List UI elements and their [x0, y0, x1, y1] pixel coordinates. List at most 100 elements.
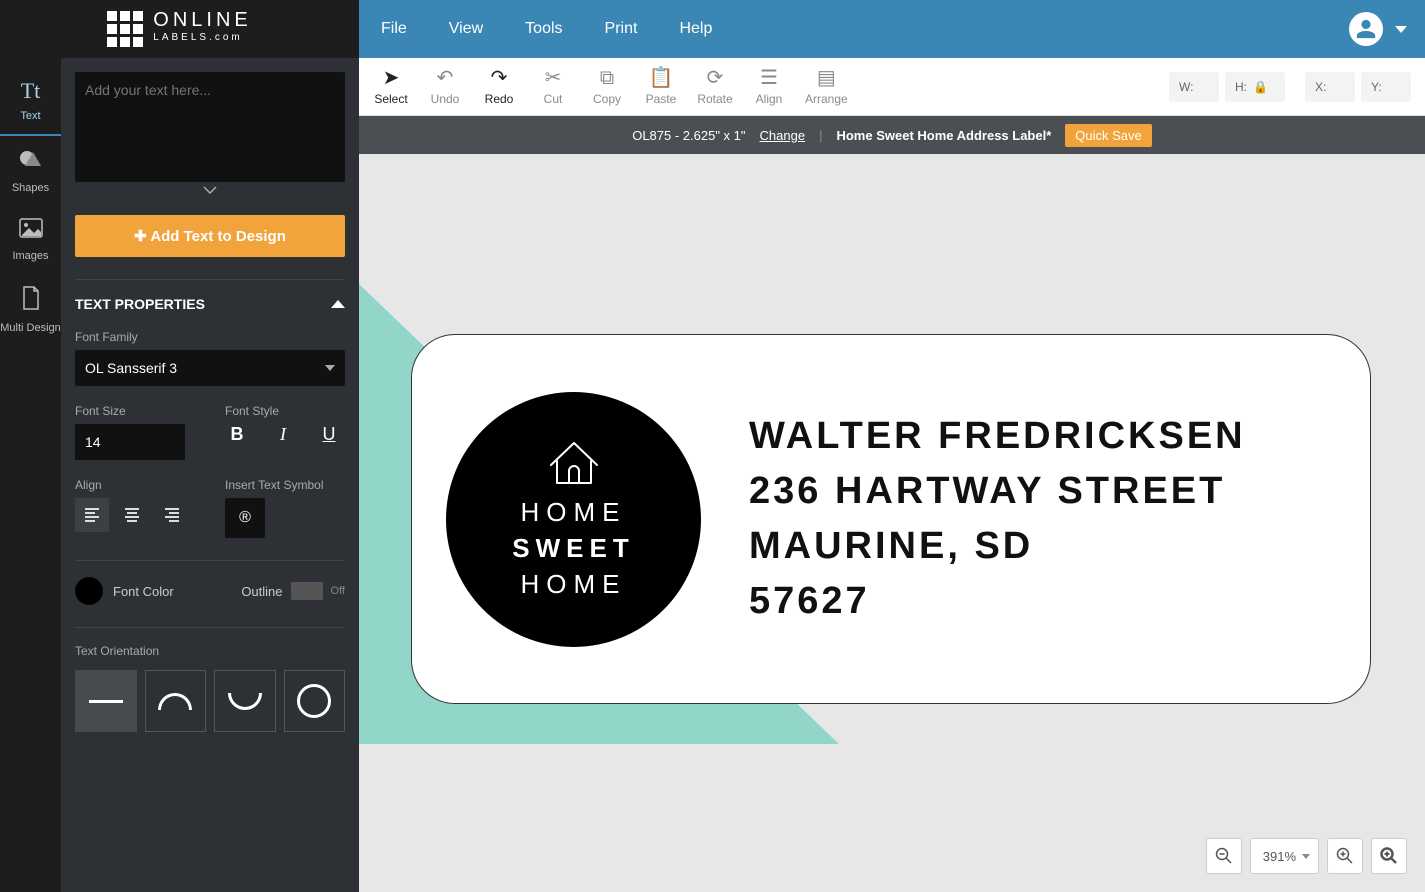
- orientation-straight-button[interactable]: [75, 670, 137, 732]
- redo-icon: ↷: [491, 68, 508, 88]
- font-size-label: Font Size: [75, 404, 195, 418]
- cut-icon: ✂: [545, 68, 562, 88]
- undo-icon: ↶: [437, 68, 454, 88]
- rotate-icon: ⟳: [707, 68, 724, 88]
- height-field[interactable]: H:🔒: [1225, 72, 1285, 102]
- tool-align[interactable]: ☰Align: [751, 68, 787, 106]
- x-field[interactable]: X:: [1305, 72, 1355, 102]
- canvas[interactable]: HOME SWEET HOME WALTER FREDRICKSEN 236 H…: [359, 154, 1425, 892]
- quick-save-button[interactable]: Quick Save: [1065, 124, 1151, 147]
- zoom-out-button[interactable]: [1206, 838, 1242, 874]
- arrange-icon: ▤: [817, 68, 836, 88]
- rail-multi-label: Multi Design: [0, 322, 61, 334]
- home-badge: HOME SWEET HOME: [446, 392, 701, 647]
- menu-file[interactable]: File: [381, 20, 407, 38]
- zoom-controls: 391%: [1206, 838, 1407, 874]
- top-menu-bar: ONLINELABELS.com File View Tools Print H…: [0, 0, 1425, 58]
- tool-arrange[interactable]: ▤Arrange: [805, 68, 848, 106]
- change-product-link[interactable]: Change: [760, 128, 806, 143]
- rail-text[interactable]: Tt Text: [0, 66, 61, 136]
- y-field[interactable]: Y:: [1361, 72, 1411, 102]
- outline-toggle[interactable]: [291, 582, 323, 600]
- text-properties-header[interactable]: TEXT PROPERTIES: [75, 296, 345, 312]
- align-left-button[interactable]: [75, 498, 109, 532]
- menu-view[interactable]: View: [449, 20, 483, 38]
- outline-label: Outline: [241, 584, 282, 599]
- menu-help[interactable]: Help: [679, 20, 712, 38]
- tool-cut[interactable]: ✂Cut: [535, 68, 571, 106]
- orientation-circle-button[interactable]: [284, 670, 346, 732]
- font-color-label: Font Color: [113, 584, 174, 599]
- panel-divider-2: [75, 560, 345, 561]
- dropdown-caret-icon: [325, 365, 335, 371]
- document-info-strip: OL875 - 2.625" x 1" Change | Home Sweet …: [359, 116, 1425, 154]
- left-rail: Tt Text Shapes Images Multi Design: [0, 58, 61, 892]
- orientation-arc-up-button[interactable]: [145, 670, 207, 732]
- tool-paste[interactable]: 📋Paste: [643, 68, 679, 106]
- font-family-value: OL Sansserif 3: [85, 360, 177, 376]
- address-zip: 57627: [749, 580, 1246, 623]
- underline-button[interactable]: U: [317, 424, 341, 445]
- shapes-icon: [19, 148, 43, 176]
- images-icon: [19, 218, 43, 244]
- tool-undo[interactable]: ↶Undo: [427, 68, 463, 106]
- address-city-state: MAURINE, SD: [749, 525, 1246, 568]
- outline-state: Off: [331, 585, 345, 597]
- rail-shapes[interactable]: Shapes: [0, 136, 61, 206]
- badge-line-1: HOME: [521, 497, 627, 528]
- zoom-percent-select[interactable]: 391%: [1250, 838, 1319, 874]
- tool-rotate[interactable]: ⟳Rotate: [697, 68, 733, 106]
- width-field[interactable]: W:: [1169, 72, 1219, 102]
- font-family-select[interactable]: OL Sansserif 3: [75, 350, 345, 386]
- zoom-fit-button[interactable]: [1371, 838, 1407, 874]
- expand-textarea-icon[interactable]: [75, 181, 345, 199]
- text-icon: Tt: [21, 78, 41, 104]
- text-properties-panel: ✚ Add Text to Design TEXT PROPERTIES Fon…: [61, 58, 359, 892]
- rail-images-label: Images: [12, 250, 48, 262]
- font-size-input[interactable]: [75, 424, 185, 460]
- separator: |: [819, 128, 822, 143]
- italic-button[interactable]: I: [271, 424, 295, 445]
- address-block: WALTER FREDRICKSEN 236 HARTWAY STREET MA…: [749, 415, 1246, 623]
- rail-shapes-label: Shapes: [12, 182, 49, 194]
- document-icon: [21, 286, 41, 316]
- tool-select[interactable]: ➤Select: [373, 68, 409, 106]
- add-text-button[interactable]: ✚ Add Text to Design: [75, 215, 345, 257]
- add-text-label: Add Text to Design: [150, 228, 286, 245]
- panel-divider-3: [75, 627, 345, 628]
- text-content-input[interactable]: [75, 72, 345, 182]
- align-label: Align: [75, 478, 195, 492]
- insert-symbol-button[interactable]: ®: [225, 498, 265, 538]
- orientation-arc-down-button[interactable]: [214, 670, 276, 732]
- zoom-in-button[interactable]: [1327, 838, 1363, 874]
- main-menu: File View Tools Print Help: [359, 20, 712, 38]
- address-street: 236 HARTWAY STREET: [749, 470, 1246, 513]
- copy-icon: ⧉: [600, 68, 614, 88]
- address-name: WALTER FREDRICKSEN: [749, 415, 1246, 458]
- lock-icon: 🔒: [1253, 80, 1268, 94]
- cursor-icon: ➤: [383, 68, 400, 88]
- label-preview[interactable]: HOME SWEET HOME WALTER FREDRICKSEN 236 H…: [411, 334, 1371, 704]
- collapse-icon: [331, 300, 345, 308]
- document-name: Home Sweet Home Address Label*: [836, 128, 1051, 143]
- rail-images[interactable]: Images: [0, 206, 61, 274]
- user-avatar-icon: [1349, 12, 1383, 46]
- align-right-button[interactable]: [155, 498, 189, 532]
- align-center-button[interactable]: [115, 498, 149, 532]
- bold-button[interactable]: B: [225, 424, 249, 445]
- logo-text: ONLINELABELS.com: [153, 11, 251, 47]
- section-title: TEXT PROPERTIES: [75, 296, 205, 312]
- badge-line-2: SWEET: [512, 533, 634, 564]
- insert-symbol-label: Insert Text Symbol: [225, 478, 345, 492]
- tool-copy[interactable]: ⧉Copy: [589, 68, 625, 106]
- tool-redo[interactable]: ↷Redo: [481, 68, 517, 106]
- menu-tools[interactable]: Tools: [525, 20, 562, 38]
- align-icon: ☰: [760, 68, 778, 88]
- toolbar: ➤Select ↶Undo ↷Redo ✂Cut ⧉Copy 📋Paste ⟳R…: [359, 58, 1425, 116]
- orientation-label: Text Orientation: [75, 644, 345, 658]
- font-color-swatch[interactable]: [75, 577, 103, 605]
- rail-multi-design[interactable]: Multi Design: [0, 274, 61, 346]
- user-menu[interactable]: [1349, 12, 1425, 46]
- product-id: OL875 - 2.625" x 1": [632, 128, 745, 143]
- menu-print[interactable]: Print: [605, 20, 638, 38]
